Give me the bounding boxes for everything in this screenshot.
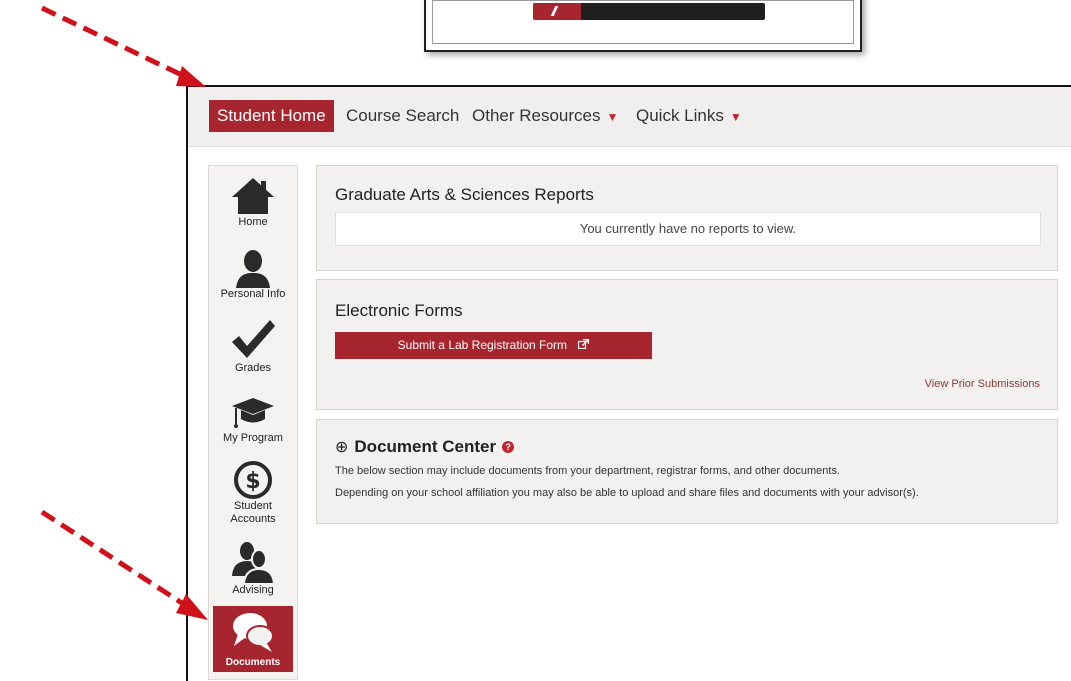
- annotation-arrowhead-top: [176, 66, 206, 87]
- sidebar-item-label: Grades: [234, 362, 272, 374]
- reports-empty-message: You currently have no reports to view.: [335, 212, 1041, 246]
- electronic-forms-panel: Electronic Forms Submit a Lab Registrati…: [316, 279, 1058, 410]
- sidebar-item-advising[interactable]: Advising: [209, 540, 297, 604]
- checkmark-icon: [232, 320, 275, 358]
- submit-lab-registration-label: Submit a Lab Registration Form: [397, 338, 568, 352]
- chevron-down-icon: ▼: [729, 110, 742, 124]
- student-portal-window: Student Home Course Search Other Resourc…: [186, 85, 1071, 681]
- sidebar-item-grades[interactable]: Grades: [209, 316, 297, 382]
- nav-other-resources-label: Other Resources: [472, 106, 601, 125]
- reports-title: Graduate Arts & Sciences Reports: [335, 185, 594, 204]
- home-icon: [232, 178, 274, 214]
- cropped-top-panel: [424, 0, 862, 52]
- cropped-button-accent: [533, 3, 581, 20]
- help-icon[interactable]: ?: [502, 441, 515, 453]
- document-center-title-text: Document Center: [354, 437, 497, 456]
- person-icon: [236, 250, 270, 288]
- graduation-cap-icon: [232, 398, 274, 428]
- expand-plus-icon[interactable]: ⊕: [335, 437, 348, 457]
- annotation-arrow-top-line: [40, 5, 190, 81]
- document-center-description-2: Depending on your school affiliation you…: [335, 487, 919, 499]
- sidebar-item-label: Personal Info: [220, 288, 286, 300]
- sidebar-item-label: Home: [238, 216, 268, 228]
- nav-quick-links-label: Quick Links: [636, 106, 724, 125]
- view-prior-submissions-link[interactable]: View Prior Submissions: [925, 378, 1040, 390]
- reports-panel: Graduate Arts & Sciences Reports You cur…: [316, 165, 1058, 271]
- top-navigation: Student Home Course Search Other Resourc…: [188, 87, 1071, 147]
- dollar-icon: $: [234, 461, 272, 499]
- sidebar-item-home[interactable]: Home: [209, 176, 297, 238]
- nav-course-search[interactable]: Course Search: [338, 100, 467, 132]
- document-center-description-1: The below section may include documents …: [335, 465, 841, 477]
- sidebar-item-label: Student Accounts: [230, 500, 276, 525]
- sidebar-item-label: Documents: [225, 657, 281, 668]
- nav-quick-links[interactable]: Quick Links ▼: [628, 100, 750, 132]
- document-center-panel: ⊕ Document Center ? The below section ma…: [316, 419, 1058, 524]
- nav-student-home[interactable]: Student Home: [209, 100, 334, 132]
- sidebar-item-student-accounts[interactable]: $ Student Accounts: [209, 460, 297, 534]
- sidebar-item-label: Advising: [232, 584, 274, 596]
- icon-sidebar: Home Personal Info Grades My Program $ S…: [208, 165, 298, 680]
- chevron-down-icon: ▼: [606, 110, 619, 124]
- nav-student-home-label: Student Home: [217, 106, 326, 125]
- top-panel-frame: [432, 0, 854, 44]
- annotation-arrow-bottom-line: [40, 509, 190, 610]
- forms-title: Electronic Forms: [335, 301, 463, 320]
- nav-other-resources[interactable]: Other Resources ▼: [464, 100, 626, 132]
- slash-icon: [550, 6, 559, 16]
- submit-lab-registration-button[interactable]: Submit a Lab Registration Form: [335, 332, 652, 359]
- sidebar-item-documents[interactable]: Documents: [213, 606, 293, 672]
- sidebar-item-label: My Program: [223, 432, 283, 444]
- svg-text:$: $: [245, 469, 260, 494]
- sidebar-item-personal-info[interactable]: Personal Info: [209, 248, 297, 310]
- chat-bubbles-icon: [233, 613, 274, 652]
- nav-course-search-label: Course Search: [346, 106, 460, 125]
- people-icon: [232, 542, 276, 584]
- external-link-icon: [578, 333, 590, 360]
- sidebar-item-my-program[interactable]: My Program: [209, 392, 297, 452]
- cropped-button[interactable]: [533, 3, 765, 20]
- document-center-title[interactable]: ⊕ Document Center ?: [335, 437, 515, 457]
